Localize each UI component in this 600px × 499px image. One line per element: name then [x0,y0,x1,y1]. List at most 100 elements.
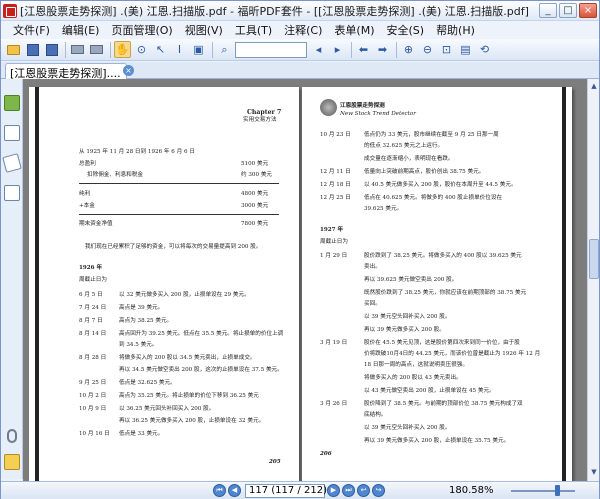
next-page-icon[interactable]: ▶ [327,484,340,497]
note-paragraph: 我们现在已经累积了足够的资金，可以将每次的交易量提高到 200 股。 [85,244,262,250]
zoom-icon[interactable]: ⊙ [133,41,150,58]
print-icon[interactable] [69,41,86,58]
back-icon[interactable]: ⬅ [355,41,372,58]
next-icon[interactable]: ▸ [329,41,346,58]
menu-tools[interactable]: 工具(T) [229,22,278,38]
first-page-icon[interactable]: ⏮ [213,484,226,497]
document-viewer[interactable]: Chapter 7 实用交易方法 从 1925 年 11 月 28 日到 192… [23,79,587,481]
summary-label: 扣除佣金、利息和税金 [87,172,143,178]
summary-rule [79,183,279,184]
menu-security[interactable]: 安全(S) [380,22,430,38]
zoom-level[interactable]: 180.58% [449,485,494,496]
page-number-input[interactable]: 117 (117 / 212) [245,483,327,498]
entry-text: 到 34.5 美元。 [119,342,158,348]
entry-date: 10 月 23 日 [320,132,351,138]
maximize-button[interactable]: □ [559,3,577,18]
search-input[interactable] [235,41,307,58]
bookmark-icon[interactable] [4,95,20,111]
attachment-icon[interactable] [7,429,17,443]
entry-text: 买回。 [364,301,381,307]
entry-date: 12 月 11 日 [320,169,351,175]
entry-text: 以 40.5 美元做多买入 200 股，股价在本周升至 44.5 美元。 [364,182,517,188]
scroll-up-icon[interactable]: ▲ [589,81,599,91]
zoom-slider[interactable] [511,490,575,492]
screen-icon[interactable] [88,41,105,58]
menu-help[interactable]: 帮助(H) [430,22,481,38]
close-button[interactable]: × [579,3,597,18]
rotate-icon[interactable]: ⟲ [476,41,493,58]
hand-icon[interactable]: ✋ [114,41,131,58]
entry-text: 再以 39 美元做多买入 200 股，止损单设在 35.75 美元。 [364,438,510,444]
history-forward-icon[interactable]: ↪ [372,484,385,497]
pages-icon[interactable] [4,125,20,141]
vertical-scrollbar[interactable]: ▲ ▼ [587,79,599,481]
menu-edit[interactable]: 编辑(E) [56,22,106,38]
save-icon[interactable] [24,41,41,58]
period-text: 从 1925 年 11 月 28 日到 1926 年 6 月 6 日 [79,149,195,155]
tab-close-icon[interactable]: × [123,65,134,76]
entry-date: 3 月 19 日 [320,340,348,346]
save-as-icon[interactable] [43,41,60,58]
entry-date: 9 月 25 日 [79,380,107,386]
menu-file[interactable]: 文件(F) [7,22,56,38]
entry-text: 高点为 35.25 美元。将止损单的价位下移到 36.25 美元 [119,393,259,399]
entry-date: 10 月 9 日 [79,406,107,412]
entry-date: 3 月 26 日 [320,401,348,407]
zoom-slider-handle[interactable] [555,485,560,496]
chapter-heading: Chapter 7 [247,109,282,116]
page-binding-edge [35,87,39,481]
entry-text: 以 43 美元做空卖出 200 股，止损单设在 45 美元。 [364,388,495,394]
summary-value: 3000 美元 [241,203,269,209]
signature-icon[interactable] [4,185,20,201]
entry-text: 低点是 32.625 美元。 [119,380,176,386]
scroll-down-icon[interactable]: ▼ [589,467,599,477]
entry-text: 股价跌到了 38.25 美元。将做多买入的 400 股以 39.625 美元 [364,253,522,259]
previous-page-icon[interactable]: ◀ [228,484,241,497]
open-icon[interactable] [5,41,22,58]
comment-icon[interactable] [4,454,20,470]
tab-document[interactable]: [江恩股票走势探测].... [5,63,127,79]
previous-icon[interactable]: ◂ [310,41,327,58]
status-bar: ⏮ ◀ 117 (117 / 212) ▶ ⏭ ↩ ↪ 180.58% [1,481,599,499]
entry-date: 1 月 29 日 [320,253,348,259]
menu-view[interactable]: 视图(V) [179,22,229,38]
summary-label: 总盈利 [79,161,96,167]
window-title: [江恩股票走势探测] .(美) 江恩.扫描版.pdf - 福昕PDF套件 - [… [20,4,529,18]
year-heading: 1927 年 [320,227,344,233]
pdf-page-right: 江恩股票走势探测 New Stock Trend Detector 10 月 2… [302,87,572,481]
menu-page-management[interactable]: 页面管理(O) [105,22,178,38]
entry-date: 8 月 7 日 [79,318,103,324]
entry-text: 以 36.25 美元回头补回买入 200 股。 [119,406,215,412]
layers-icon[interactable] [2,153,22,173]
last-page-icon[interactable]: ⏭ [342,484,355,497]
entry-date: 8 月 28 日 [79,355,107,361]
zoom-in-icon[interactable]: ⊕ [400,41,417,58]
toolbar-divider [212,41,213,58]
menu-bar: 文件(F) 编辑(E) 页面管理(O) 视图(V) 工具(T) 注释(C) 表单… [1,21,599,39]
snapshot-icon[interactable]: ▣ [190,41,207,58]
summary-label: +本金 [79,203,95,209]
scroll-thumb[interactable] [589,239,599,279]
toolbar-divider [110,41,111,58]
entry-text: 再以 36.25 美元做多买入 200 股，止损单设在 32 美元。 [119,418,265,424]
entry-text: 再以 39.625 美元做空卖出 200 股。 [364,277,458,283]
entry-text: 高点回升为 39.25 美元。低点在 35.5 美元。将止损单的价位上调 [119,331,284,337]
menu-comments[interactable]: 注释(C) [278,22,328,38]
text-select-icon[interactable]: I [171,41,188,58]
summary-rule [79,214,279,215]
menu-forms[interactable]: 表单(M) [328,22,380,38]
entry-text: 以 32 美元做多买入 200 股，止损单设在 29 美元。 [119,292,250,298]
page-number: 205 [269,459,281,465]
select-icon[interactable]: ↖ [152,41,169,58]
zoom-out-icon[interactable]: ⊖ [419,41,436,58]
entry-text: 低点仍为 33 美元，股市继续在截至 9 月 25 日那一周 [364,132,499,138]
page-icon[interactable]: ▤ [457,41,474,58]
entry-text: 高点是 39 美元。 [119,305,164,311]
minimize-button[interactable]: _ [539,3,557,18]
title-bar: [江恩股票走势探测] .(美) 江恩.扫描版.pdf - 福昕PDF套件 - [… [1,1,599,21]
history-back-icon[interactable]: ↩ [357,484,370,497]
forward-icon[interactable]: ➡ [374,41,391,58]
find-icon[interactable]: ⌕ [216,41,233,58]
zoom-fit-icon[interactable]: ⊡ [438,41,455,58]
entry-text: 低点是 33 美元。 [119,431,164,437]
